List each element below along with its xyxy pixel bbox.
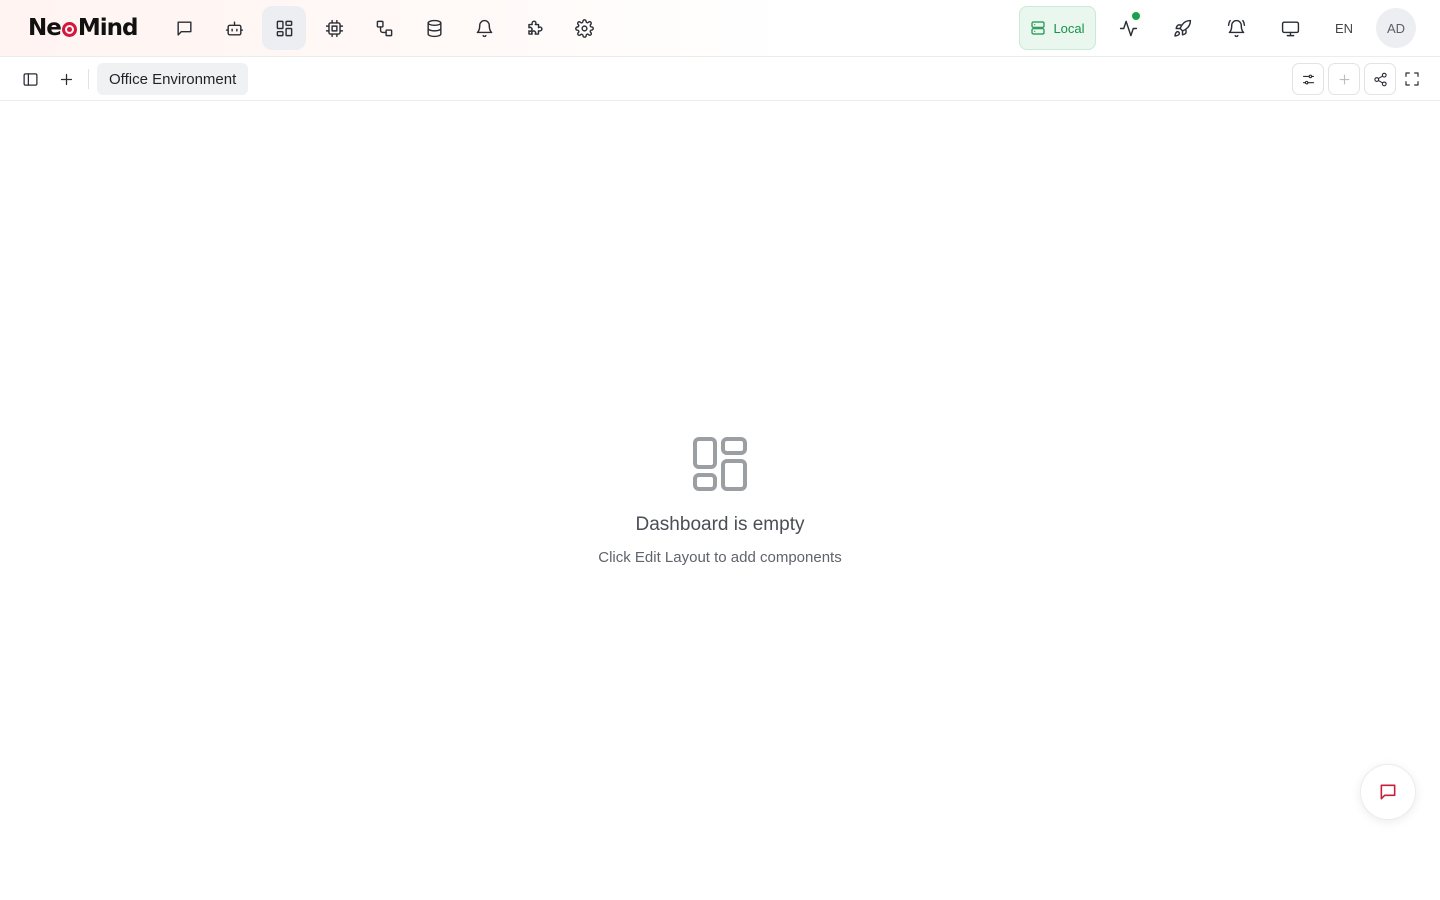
nav-workflow-button[interactable]	[362, 6, 406, 50]
nav-devices-button[interactable]	[312, 6, 356, 50]
chat-icon	[1380, 784, 1396, 800]
chat-icon	[176, 20, 192, 36]
fullscreen-icon	[1405, 72, 1419, 86]
top-bar: Ne Mind Local EN AD	[0, 0, 1440, 57]
edit-layout-button[interactable]	[1292, 63, 1324, 95]
activity-button[interactable]	[1106, 6, 1150, 50]
alarm-button[interactable]	[1214, 6, 1258, 50]
empty-subtitle: Click Edit Layout to add components	[598, 549, 842, 566]
dashboard-empty-icon	[692, 436, 748, 492]
chip-icon	[325, 19, 343, 37]
chat-fab-button[interactable]	[1360, 764, 1416, 820]
nav-dashboard-button[interactable]	[262, 6, 306, 50]
plus-icon	[60, 73, 72, 85]
rocket-button[interactable]	[1160, 6, 1204, 50]
workflow-icon	[376, 20, 392, 36]
rocket-icon	[1173, 19, 1191, 37]
add-component-button[interactable]	[1328, 63, 1360, 95]
gear-icon	[574, 18, 594, 38]
logo-prefix: Ne	[28, 15, 62, 41]
nav-settings-button[interactable]	[562, 6, 606, 50]
language-switch[interactable]: EN	[1322, 6, 1366, 50]
connection-badge[interactable]: Local	[1019, 6, 1096, 50]
robot-icon	[225, 20, 243, 36]
nav-alerts-button[interactable]	[462, 6, 506, 50]
sliders-icon	[1302, 74, 1314, 84]
monitor-icon	[1281, 20, 1299, 36]
empty-state: Dashboard is empty Click Edit Layout to …	[0, 436, 1440, 566]
connection-label: Local	[1053, 20, 1085, 36]
nav-data-button[interactable]	[412, 6, 456, 50]
status-dot	[1132, 12, 1140, 20]
logo-suffix: Mind	[77, 15, 139, 41]
plus-icon	[1339, 74, 1349, 84]
tab-office-environment[interactable]: Office Environment	[97, 63, 249, 95]
sidebar-icon	[22, 72, 38, 86]
user-avatar[interactable]: AD	[1376, 8, 1416, 48]
bell-icon	[476, 19, 492, 37]
dashboard-toolbar: Office Environment	[0, 57, 1440, 101]
activity-icon	[1119, 20, 1137, 36]
empty-title: Dashboard is empty	[635, 514, 805, 535]
nav-chat-button[interactable]	[162, 6, 206, 50]
dashboard-icon	[276, 20, 292, 36]
server-icon	[1031, 21, 1046, 35]
puzzle-icon	[527, 20, 543, 35]
share-button[interactable]	[1364, 63, 1396, 95]
logo-o-icon	[61, 22, 77, 37]
bell-ring-icon	[1227, 19, 1245, 37]
share-icon	[1373, 72, 1387, 86]
display-button[interactable]	[1268, 6, 1312, 50]
database-icon	[426, 19, 442, 37]
toolbar-divider	[88, 69, 89, 89]
neomind-logo[interactable]: Ne Mind	[28, 13, 139, 43]
add-dashboard-button[interactable]	[52, 65, 80, 93]
fullscreen-button[interactable]	[1396, 63, 1428, 95]
nav-plugins-button[interactable]	[512, 6, 556, 50]
toggle-sidebar-button[interactable]	[16, 65, 44, 93]
nav-agents-button[interactable]	[212, 6, 256, 50]
